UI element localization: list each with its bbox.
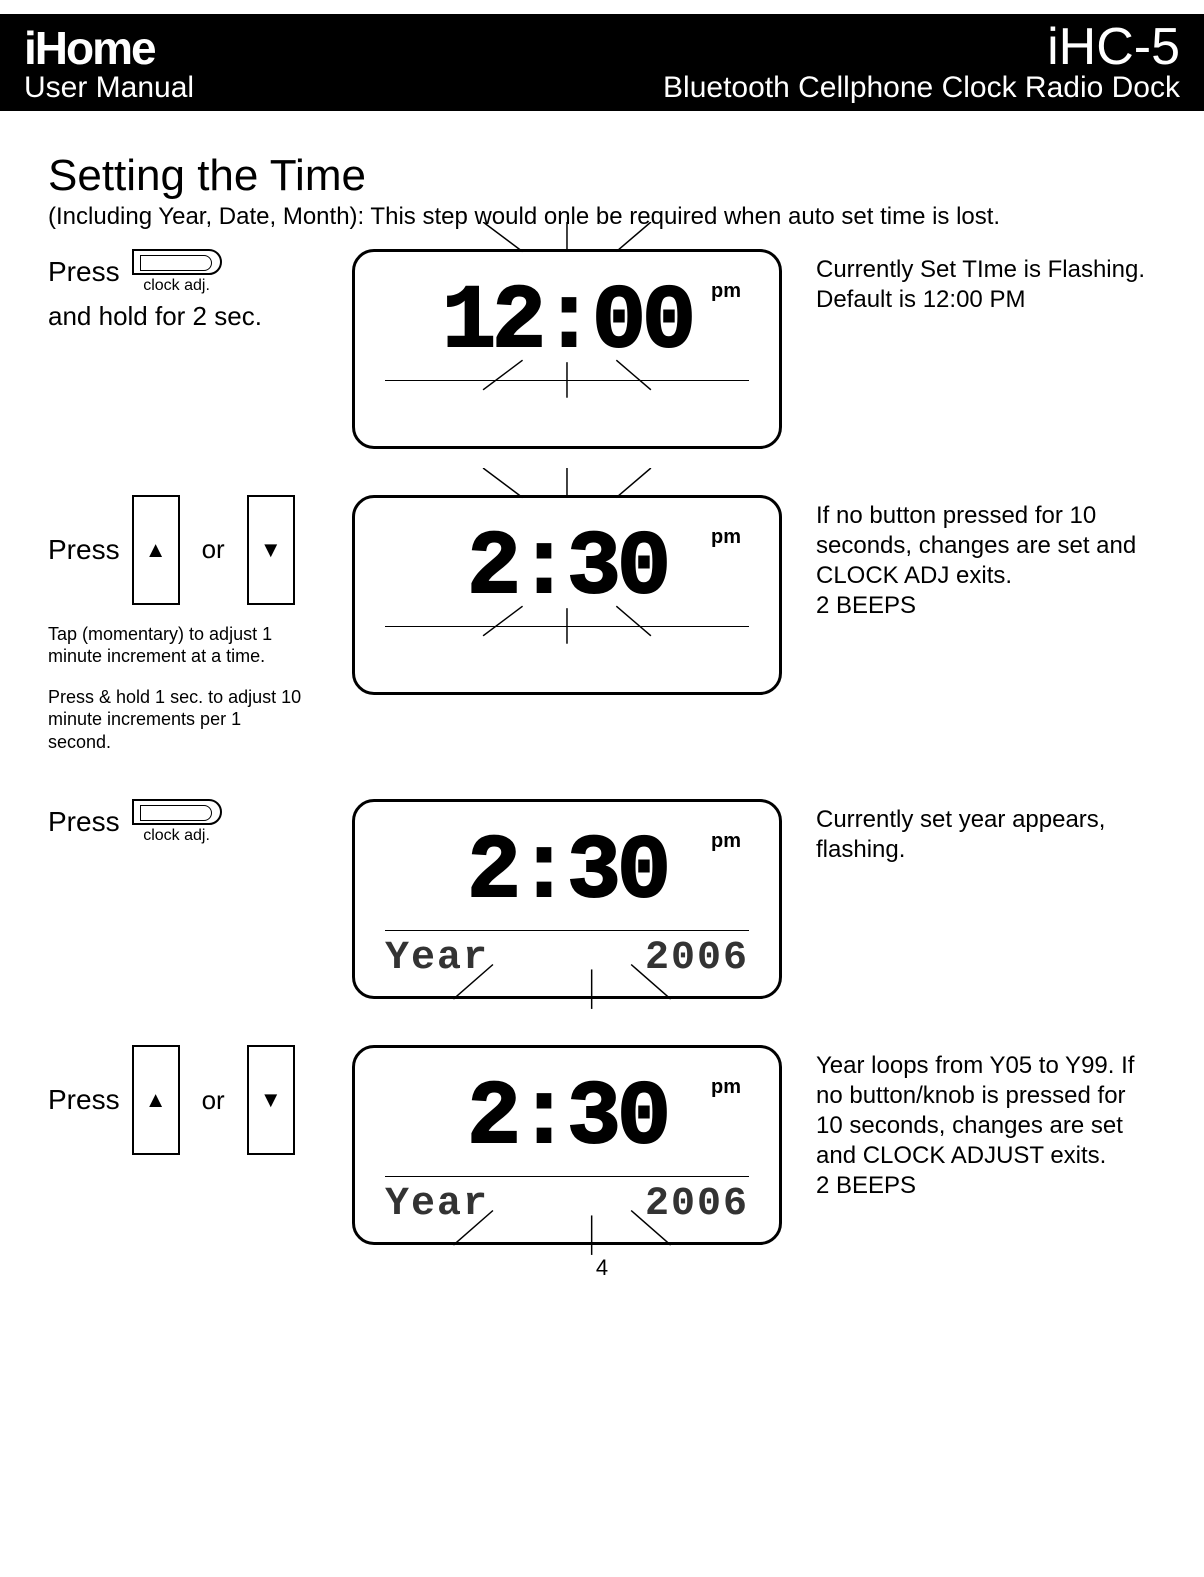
lcd-display: 12:00 pm [352,249,782,449]
lcd-time: 2:30 [385,514,749,624]
manual-label: User Manual [24,71,194,105]
hold-note: Press & hold 1 sec. to adjust 10 minute … [48,686,308,754]
section-title: Setting the Time [48,151,1156,201]
down-arrow-button: ▼ [247,1045,295,1155]
clock-adj-button: clock adj. [132,799,222,845]
tap-note: Tap (momentary) to adjust 1 minute incre… [48,623,308,668]
or-label: or [202,534,225,565]
clock-adj-button: clock adj. [132,249,222,295]
brand-logo: iHome [24,25,194,71]
lcd-ampm: pm [711,1076,741,1099]
top-white-bar [0,0,1204,20]
model-number: iHC-5 [1047,24,1180,71]
step-description: Currently Set TIme is Flashing. Default … [816,249,1156,315]
press-label: Press [48,806,120,838]
press-label: Press [48,256,120,288]
press-label: Press [48,534,120,566]
or-label: or [202,1085,225,1116]
page-content: Setting the Time (Including Year, Date, … [0,111,1204,1302]
lcd-display: 2:30 pm Year 2006 [352,799,782,999]
step-row: Press clock adj. and hold for 2 sec. 12:… [48,249,1156,449]
step-description: Year loops from Y05 to Y99. If no button… [816,1045,1156,1201]
lcd-display: 2:30 pm Year 2006 [352,1045,782,1245]
lcd-ampm: pm [711,526,741,549]
hold-2-sec-label: and hold for 2 sec. [48,301,328,332]
lcd-year-value: 2006 [645,936,749,981]
step-row: Press clock adj. 2:30 pm Year 2006 [48,799,1156,999]
press-label: Press [48,1084,120,1116]
section-subtitle: (Including Year, Date, Month): This step… [48,203,1156,231]
lcd-ampm: pm [711,280,741,303]
up-arrow-button: ▲ [132,1045,180,1155]
lcd-year-label: Year [385,936,489,981]
step-row: Press ▲ or ▼ Tap (momentary) to adjust 1… [48,495,1156,754]
clock-adj-caption: clock adj. [143,277,210,295]
header-bar: iHome User Manual iHC-5 Bluetooth Cellph… [0,20,1204,107]
step-description: If no button pressed for 10 seconds, cha… [816,495,1156,621]
down-arrow-button: ▼ [247,495,295,605]
lcd-time: 12:00 [385,268,749,378]
lcd-ampm: pm [711,830,741,853]
page-number: 4 [48,1255,1156,1281]
lcd-display: 2:30 pm [352,495,782,695]
up-arrow-button: ▲ [132,495,180,605]
clock-adj-caption: clock adj. [143,827,210,845]
step-row: Press ▲ or ▼ 2:30 pm Year 2006 [48,1045,1156,1245]
product-name: Bluetooth Cellphone Clock Radio Dock [663,71,1180,105]
step-description: Currently set year appears, flashing. [816,799,1156,865]
lcd-year-value: 2006 [645,1182,749,1227]
lcd-time: 2:30 [385,1064,749,1174]
lcd-year-label: Year [385,1182,489,1227]
lcd-time: 2:30 [385,818,749,928]
